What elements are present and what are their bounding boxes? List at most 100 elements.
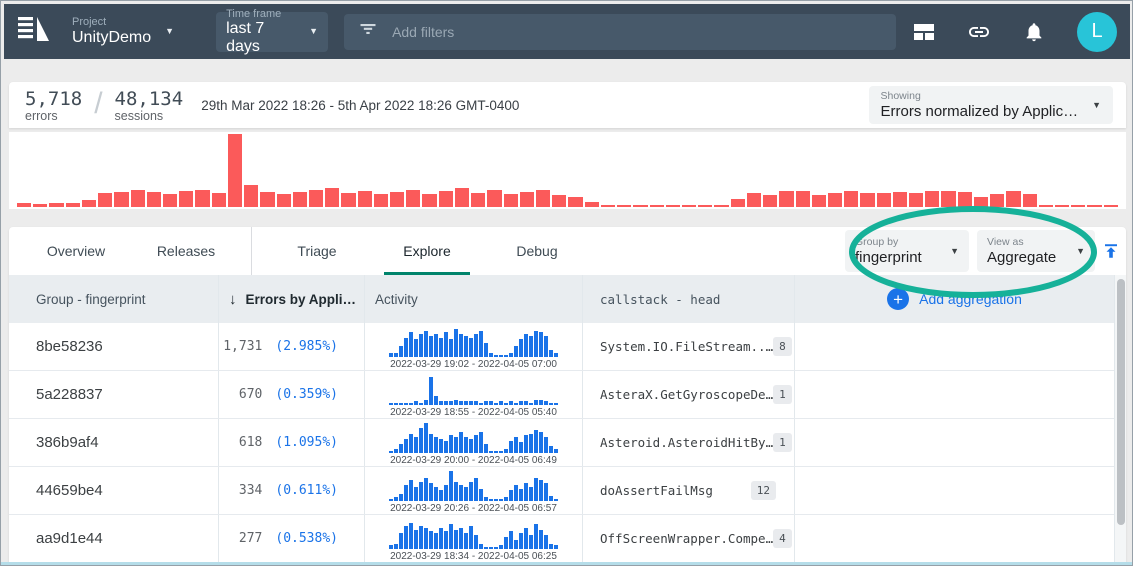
sessions-label: sessions (115, 109, 184, 123)
error-count: 277 (239, 531, 262, 546)
callstack-head[interactable]: doAssertFailMsg (600, 483, 713, 498)
activity-date-range: 2022-03-29 18:55 - 2022-04-05 05:40 (390, 407, 557, 418)
callstack-head[interactable]: AsteraX.GetGyroscopeDe… (600, 387, 773, 402)
chevron-down-icon: ▼ (1066, 247, 1085, 256)
showing-value: Errors normalized by Applic… (881, 103, 1079, 120)
summary-bar: 5,718 errors / 48,134 sessions 29th Mar … (9, 82, 1126, 128)
sessions-count: 48,134 (115, 88, 184, 110)
tab-divider (251, 227, 252, 275)
explore-panel: Overview Releases Triage Explore Debug G… (9, 227, 1126, 563)
callstack-count-badge: 4 (773, 529, 792, 548)
errors-count: 5,718 (25, 88, 82, 110)
plus-icon: + (887, 288, 909, 310)
column-header-group[interactable]: Group - fingerprint (36, 292, 146, 307)
backtrace-logo-icon (18, 14, 52, 49)
activity-date-range: 2022-03-29 20:26 - 2022-04-05 06:57 (390, 503, 557, 514)
view-as-value: Aggregate (987, 249, 1056, 266)
chevron-down-icon: ▼ (940, 247, 959, 256)
timeframe-value: last 7 days (226, 20, 299, 56)
callstack-head[interactable]: Asteroid.AsteroidHitBy… (600, 435, 773, 450)
add-aggregation-button[interactable]: + Add aggregation (887, 288, 1022, 310)
activity-sparkline[interactable]: 2022-03-29 19:02 - 2022-04-05 07:00 (389, 324, 558, 370)
dashboard-layout-icon[interactable] (912, 20, 936, 44)
error-percent: (0.359%) (275, 387, 338, 402)
callstack-count-badge: 8 (773, 337, 792, 356)
stat-divider: / (94, 87, 102, 121)
project-selector[interactable]: Project UnityDemo ▼ (72, 16, 174, 47)
timeframe-label: Time frame (226, 8, 299, 20)
error-count: 670 (239, 387, 262, 402)
table-scrollbar-track (1114, 275, 1126, 563)
fingerprint-value[interactable]: 5a228837 (36, 386, 103, 403)
callstack-count-badge: 1 (773, 385, 792, 404)
add-filters-placeholder: Add filters (392, 24, 454, 40)
table-scrollbar-thumb[interactable] (1117, 279, 1125, 525)
group-by-selector[interactable]: Group by fingerprint ▼ (845, 230, 969, 272)
activity-sparkline[interactable]: 2022-03-29 18:34 - 2022-04-05 06:25 (389, 516, 558, 562)
sort-descending-icon: ↓ (229, 291, 237, 308)
filter-icon (358, 19, 378, 44)
callstack-count-badge: 12 (751, 481, 776, 500)
activity-sparkline[interactable]: 2022-03-29 20:00 - 2022-04-05 06:49 (389, 420, 558, 466)
fingerprint-value[interactable]: 44659be4 (36, 482, 103, 499)
table-header-row: Group - fingerprint ↓ Errors by Appli… A… (9, 275, 1114, 323)
activity-date-range: 2022-03-29 18:34 - 2022-04-05 06:25 (390, 551, 557, 562)
callstack-head[interactable]: OffScreenWrapper.Compe… (600, 531, 773, 546)
chevron-down-icon: ▼ (309, 27, 318, 36)
error-percent: (2.985%) (275, 339, 338, 354)
showing-label: Showing (881, 90, 1079, 102)
callstack-head[interactable]: System.IO.FileStream..… (600, 339, 773, 354)
column-header-callstack[interactable]: callstack - head (600, 292, 720, 307)
table-row[interactable]: 386b9af4 618 (1.095%) 2022-03-29 20:00 - … (9, 419, 1114, 467)
chevron-down-icon: ▼ (165, 27, 174, 36)
collapse-to-top-icon[interactable] (1102, 242, 1120, 260)
activity-sparkline[interactable]: 2022-03-29 18:55 - 2022-04-05 05:40 (389, 372, 558, 418)
tab-explore[interactable]: Explore (372, 227, 482, 275)
errors-stat: 5,718 errors (25, 88, 82, 123)
share-link-icon[interactable] (967, 20, 991, 44)
notifications-bell-icon[interactable] (1022, 20, 1046, 44)
showing-selector[interactable]: Showing Errors normalized by Applic… ▼ (869, 86, 1114, 124)
timeframe-selector[interactable]: Time frame last 7 days ▼ (216, 12, 328, 52)
column-header-errors[interactable]: Errors by Appli… (246, 292, 357, 307)
group-by-value: fingerprint (855, 249, 922, 266)
top-navigation-bar: Project UnityDemo ▼ Time frame last 7 da… (4, 4, 1130, 59)
callstack-count-badge: 1 (773, 433, 792, 452)
add-filters-input[interactable]: Add filters (344, 14, 896, 50)
error-count: 1,731 (223, 339, 262, 354)
activity-date-range: 2022-03-29 20:00 - 2022-04-05 06:49 (390, 455, 557, 466)
fingerprint-value[interactable]: aa9d1e44 (36, 530, 103, 547)
tab-debug[interactable]: Debug (482, 227, 592, 275)
errors-histogram[interactable] (17, 133, 1118, 207)
project-value: UnityDemo (72, 29, 151, 47)
column-header-activity[interactable]: Activity (375, 292, 418, 307)
project-label: Project (72, 16, 151, 28)
error-count: 618 (239, 435, 262, 450)
app-window: Project UnityDemo ▼ Time frame last 7 da… (0, 0, 1133, 566)
tab-triage[interactable]: Triage (262, 227, 372, 275)
activity-date-range: 2022-03-29 19:02 - 2022-04-05 07:00 (390, 359, 557, 370)
error-count: 334 (239, 483, 262, 498)
table-row[interactable]: 5a228837 670 (0.359%) 2022-03-29 18:55 - … (9, 371, 1114, 419)
tab-releases[interactable]: Releases (131, 227, 241, 275)
group-by-label: Group by (855, 236, 922, 248)
error-percent: (1.095%) (275, 435, 338, 450)
errors-label: errors (25, 109, 82, 123)
errors-histogram-card (9, 132, 1126, 209)
tab-overview[interactable]: Overview (21, 227, 131, 275)
view-as-selector[interactable]: View as Aggregate ▼ (977, 230, 1095, 272)
table-row[interactable]: aa9d1e44 277 (0.538%) 2022-03-29 18:34 - … (9, 515, 1114, 563)
view-as-label: View as (987, 236, 1056, 248)
table-row[interactable]: 44659be4 334 (0.611%) 2022-03-29 20:26 - … (9, 467, 1114, 515)
date-range-text: 29th Mar 2022 18:26 - 5th Apr 2022 18:26… (201, 98, 519, 113)
sessions-stat: 48,134 sessions (115, 88, 184, 123)
window-bottom-edge (1, 562, 1132, 565)
table-row[interactable]: 8be58236 1,731 (2.985%) 2022-03-29 19:02 … (9, 323, 1114, 371)
fingerprint-value[interactable]: 8be58236 (36, 338, 103, 355)
activity-sparkline[interactable]: 2022-03-29 20:26 - 2022-04-05 06:57 (389, 468, 558, 514)
user-avatar[interactable]: L (1077, 12, 1117, 52)
error-percent: (0.611%) (275, 483, 338, 498)
fingerprint-value[interactable]: 386b9af4 (36, 434, 99, 451)
error-percent: (0.538%) (275, 531, 338, 546)
chevron-down-icon: ▼ (1092, 101, 1101, 110)
